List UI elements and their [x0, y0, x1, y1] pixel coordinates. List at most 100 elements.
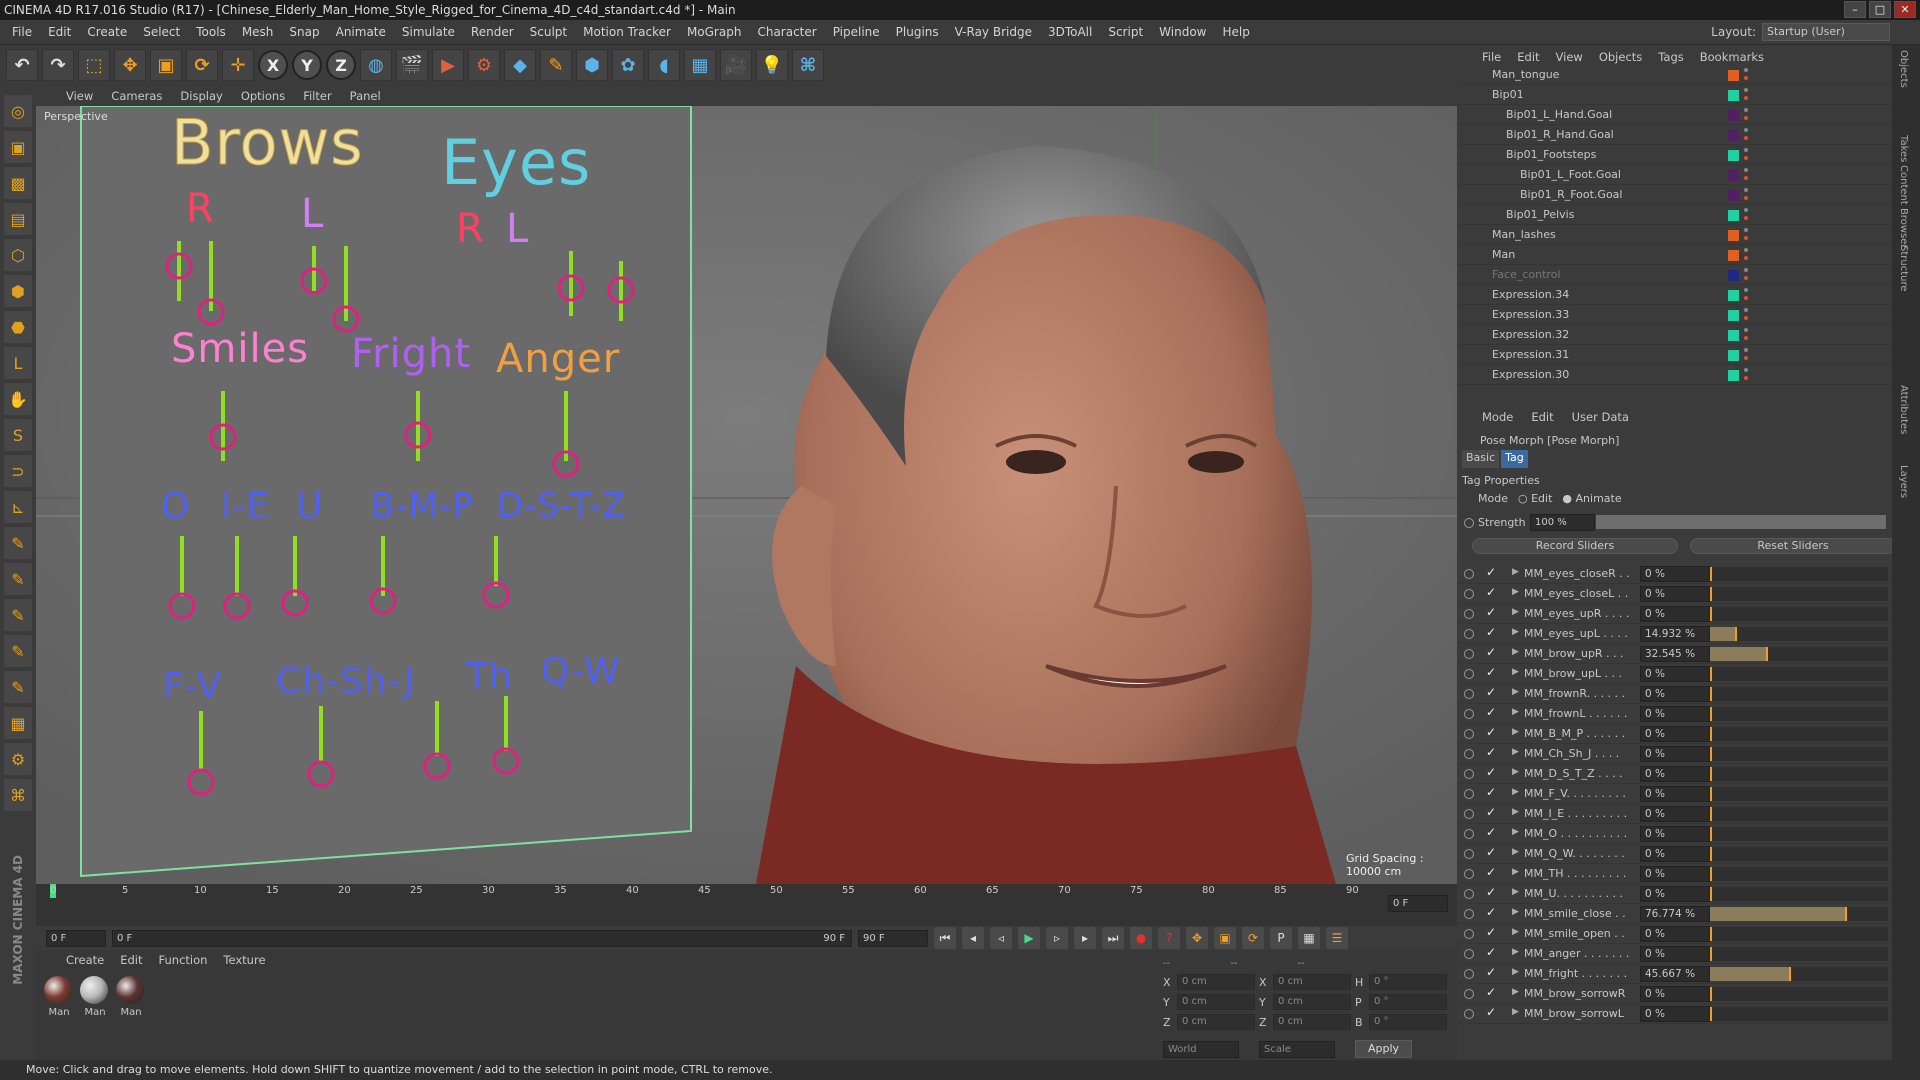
- rotate-icon[interactable]: ⟳: [186, 49, 218, 81]
- side-tab-layers[interactable]: Layers: [1898, 465, 1909, 498]
- menu-select[interactable]: Select: [135, 25, 188, 39]
- keyframe-icon[interactable]: [1464, 689, 1474, 699]
- brush-icon[interactable]: ✎: [4, 563, 32, 595]
- object-row[interactable]: Bip01_R_Hand.Goal: [1458, 125, 1892, 145]
- python-icon[interactable]: ⌘: [792, 49, 824, 81]
- layout-dropdown[interactable]: Startup (User): [1762, 23, 1890, 41]
- coord-field[interactable]: 0 cm: [1273, 1014, 1351, 1030]
- menu-help[interactable]: Help: [1214, 25, 1257, 39]
- axis-icon[interactable]: L: [4, 347, 32, 379]
- camera-icon[interactable]: 🎥: [720, 49, 752, 81]
- expand-icon[interactable]: ▶: [1512, 687, 1519, 697]
- object-menu-file[interactable]: File: [1482, 50, 1501, 65]
- render-visibility-dot[interactable]: [1744, 356, 1748, 360]
- object-menu-tags[interactable]: Tags: [1658, 50, 1683, 65]
- keyframe-icon[interactable]: [1464, 1009, 1474, 1019]
- editor-visibility-dot[interactable]: [1744, 108, 1748, 112]
- enable-checkbox[interactable]: ✓: [1486, 865, 1496, 879]
- keyframe-icon[interactable]: [1464, 989, 1474, 999]
- viewport-menu-options[interactable]: Options: [241, 89, 285, 103]
- minimize-icon[interactable]: –: [1844, 1, 1866, 18]
- magnet-icon[interactable]: ⊃: [4, 455, 32, 487]
- morph-slider[interactable]: [1710, 647, 1888, 661]
- editor-visibility-dot[interactable]: [1744, 88, 1748, 92]
- morph-value-field[interactable]: 0 %: [1640, 866, 1710, 882]
- expand-icon[interactable]: ▶: [1512, 747, 1519, 757]
- morph-slider[interactable]: [1710, 727, 1888, 741]
- side-tab-attributes[interactable]: Attributes: [1898, 385, 1909, 434]
- workplane-lock-icon[interactable]: ⊾: [4, 491, 32, 523]
- next-key-icon[interactable]: ▸: [1074, 927, 1096, 949]
- morph-value-field[interactable]: 0 %: [1640, 846, 1710, 862]
- keyframe-icon[interactable]: [1464, 969, 1474, 979]
- mode-animate-radio[interactable]: ● Animate: [1562, 492, 1621, 505]
- enable-checkbox[interactable]: ✓: [1486, 765, 1496, 779]
- tab-tag[interactable]: Tag: [1501, 450, 1528, 468]
- morph-value-field[interactable]: 0 %: [1640, 726, 1710, 742]
- redo-icon[interactable]: ↷: [42, 49, 74, 81]
- expand-icon[interactable]: ▶: [1512, 967, 1519, 977]
- smooth-icon[interactable]: ✎: [4, 635, 32, 667]
- editor-visibility-dot[interactable]: [1744, 68, 1748, 72]
- checker-icon[interactable]: ▦: [4, 707, 32, 739]
- workplane-icon[interactable]: ▤: [4, 203, 32, 235]
- morph-slider-handle[interactable]: [1710, 667, 1712, 681]
- object-row[interactable]: Expression.31: [1458, 345, 1892, 365]
- object-row[interactable]: Bip01_Footsteps: [1458, 145, 1892, 165]
- previous-frame-icon[interactable]: ◃: [990, 927, 1012, 949]
- morph-slider-handle[interactable]: [1844, 907, 1847, 921]
- enable-checkbox[interactable]: ✓: [1486, 845, 1496, 859]
- morph-slider[interactable]: [1710, 907, 1888, 921]
- cube-icon[interactable]: ◆: [504, 49, 536, 81]
- expand-icon[interactable]: ▶: [1512, 887, 1519, 897]
- morph-value-field[interactable]: 0 %: [1640, 686, 1710, 702]
- enable-checkbox[interactable]: ✓: [1486, 1005, 1496, 1019]
- keyframe-icon[interactable]: [1464, 609, 1474, 619]
- record-icon[interactable]: ●: [1130, 927, 1152, 949]
- morph-value-field[interactable]: 0 %: [1640, 586, 1710, 602]
- expand-icon[interactable]: ▶: [1512, 827, 1519, 837]
- morph-value-field[interactable]: 0 %: [1640, 806, 1710, 822]
- object-row[interactable]: Man_lashes: [1458, 225, 1892, 245]
- morph-slider-handle[interactable]: [1710, 1007, 1712, 1021]
- object-menu-view[interactable]: View: [1556, 50, 1583, 65]
- morph-value-field[interactable]: 0 %: [1640, 1006, 1710, 1022]
- keyframe-icon[interactable]: [1464, 829, 1474, 839]
- render-visibility-dot[interactable]: [1744, 296, 1748, 300]
- coord-field[interactable]: 0 cm: [1273, 974, 1351, 990]
- render-visibility-dot[interactable]: [1744, 136, 1748, 140]
- editor-visibility-dot[interactable]: [1744, 348, 1748, 352]
- enable-checkbox[interactable]: ✓: [1486, 785, 1496, 799]
- make-editable-icon[interactable]: ◎: [4, 95, 32, 127]
- expand-icon[interactable]: ▶: [1512, 667, 1519, 677]
- morph-slider-handle[interactable]: [1710, 727, 1712, 741]
- enable-checkbox[interactable]: ✓: [1486, 725, 1496, 739]
- object-row[interactable]: Expression.33: [1458, 305, 1892, 325]
- render-visibility-dot[interactable]: [1744, 316, 1748, 320]
- snap-icon[interactable]: S: [4, 419, 32, 451]
- render-picture-viewer-icon[interactable]: ▶: [432, 49, 464, 81]
- enable-checkbox[interactable]: ✓: [1486, 625, 1496, 639]
- apply-button[interactable]: Apply: [1355, 1040, 1413, 1058]
- morph-value-field[interactable]: 0 %: [1640, 886, 1710, 902]
- attribute-menu-user-data[interactable]: User Data: [1572, 410, 1629, 430]
- expand-icon[interactable]: ▶: [1512, 807, 1519, 817]
- keyframe-icon[interactable]: [1464, 949, 1474, 959]
- editor-visibility-dot[interactable]: [1744, 268, 1748, 272]
- enable-checkbox[interactable]: ✓: [1486, 585, 1496, 599]
- viewport-menu-view[interactable]: View: [66, 89, 93, 103]
- enable-checkbox[interactable]: ✓: [1486, 805, 1496, 819]
- morph-value-field[interactable]: 0 %: [1640, 786, 1710, 802]
- python-script-icon[interactable]: ⌘: [4, 779, 32, 811]
- expand-icon[interactable]: ▶: [1512, 907, 1519, 917]
- expand-icon[interactable]: ▶: [1512, 1007, 1519, 1017]
- coord-field[interactable]: 0 °: [1369, 1014, 1447, 1030]
- morph-value-field[interactable]: 0 %: [1640, 606, 1710, 622]
- object-row[interactable]: Man_tongue: [1458, 65, 1892, 85]
- morph-slider-handle[interactable]: [1765, 647, 1768, 661]
- keyframe-icon[interactable]: [1464, 869, 1474, 879]
- sculpt-icon[interactable]: ✎: [4, 599, 32, 631]
- move-icon[interactable]: ✥: [114, 49, 146, 81]
- keyframe-icon[interactable]: [1464, 749, 1474, 759]
- enable-checkbox[interactable]: ✓: [1486, 605, 1496, 619]
